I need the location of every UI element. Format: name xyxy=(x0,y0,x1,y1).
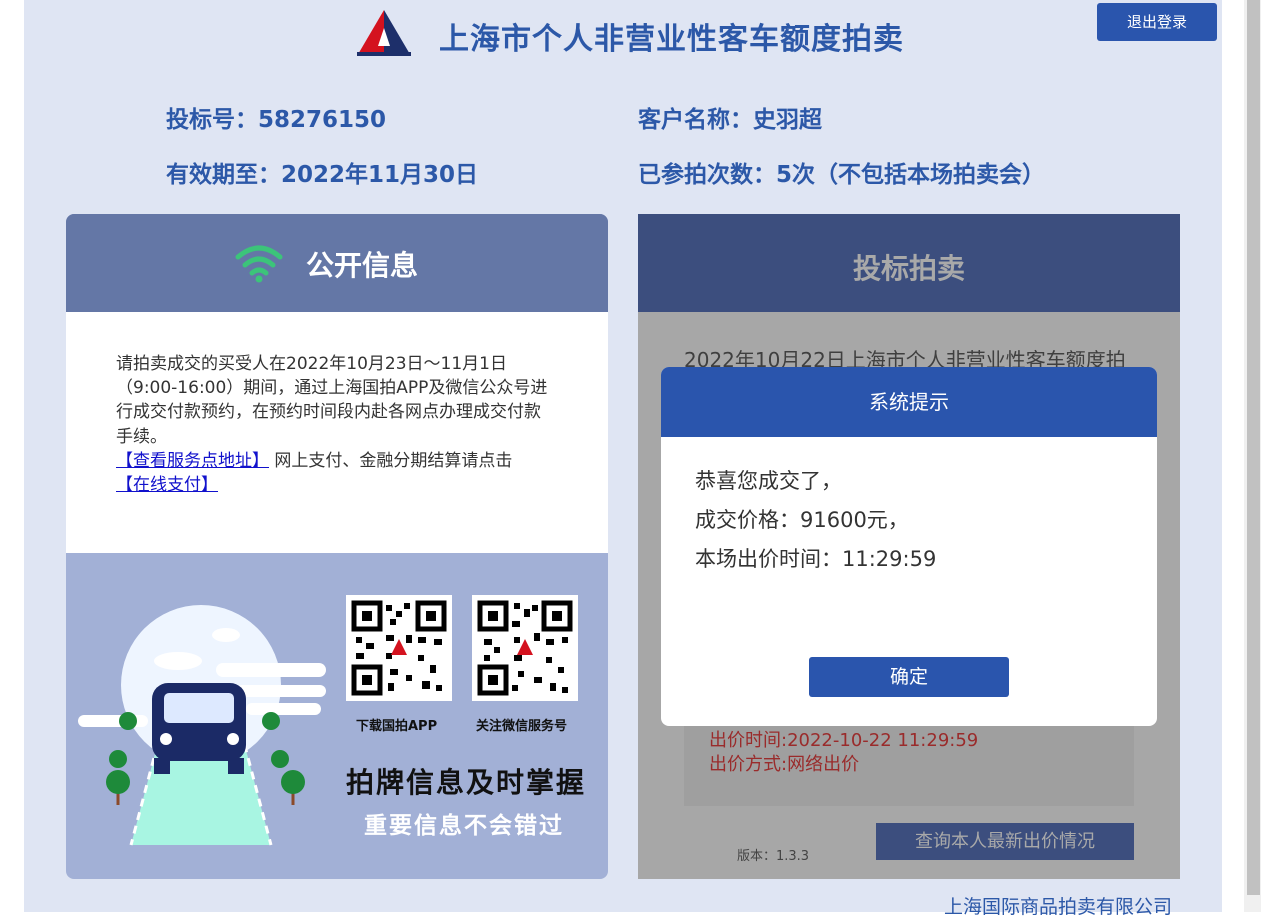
company-name: 上海国际商品拍卖有限公司 xyxy=(944,896,1173,918)
page-title: 上海市个人非营业性客车额度拍卖 xyxy=(439,22,904,57)
online-payment-text: 网上支付、金融分期结算请点击 xyxy=(269,450,513,471)
qr-wechat-label: 关注微信服务号 xyxy=(476,719,568,734)
header: 上海市个人非营业性客车额度拍卖 退出登录 xyxy=(24,0,1222,70)
qr-code-icon xyxy=(477,600,573,696)
qr-app-label: 下载国拍APP xyxy=(356,719,438,734)
public-info-body: 请拍卖成交的买受人在2022年10月23日～11月1日（9:00-16:00）期… xyxy=(66,312,608,553)
public-info-header: 公开信息 xyxy=(66,214,608,312)
confirm-button[interactable]: 确定 xyxy=(809,657,1009,697)
slogan-main: 拍牌信息及时掌握 xyxy=(346,766,587,799)
wechat-qr-code xyxy=(472,595,578,701)
bid-time: 出价时间:2022-10-22 11:29:59 xyxy=(709,730,979,751)
customer-name: 客户名称：史羽超 xyxy=(638,107,822,133)
participation-count: 已参拍次数：5次（不包括本场拍卖会） xyxy=(638,162,1046,188)
payment-notice: 请拍卖成交的买受人在2022年10月23日～11月1日（9:00-16:00）期… xyxy=(116,352,556,497)
dialog-message-time: 本场出价时间：11:29:59 xyxy=(695,547,937,571)
online-payment-link[interactable]: 【在线支付】 xyxy=(116,475,218,495)
valid-until: 有效期至：2022年11月30日 xyxy=(166,162,479,188)
promo-section: 下载国拍APP 关注微信服务号 拍牌信息及时掌握 重要信息不会错过 xyxy=(66,553,608,879)
bid-method: 出价方式:网络出价 xyxy=(709,754,860,775)
bid-number: 投标号：58276150 xyxy=(166,107,387,133)
slogan-sub: 重要信息不会错过 xyxy=(364,813,564,839)
notice-text: 请拍卖成交的买受人在2022年10月23日～11月1日（9:00-16:00）期… xyxy=(116,354,548,447)
public-info-title: 公开信息 xyxy=(306,249,419,282)
public-info-panel: 公开信息 请拍卖成交的买受人在2022年10月23日～11月1日（9:00-16… xyxy=(66,214,608,879)
bidding-title: 投标拍卖 xyxy=(852,252,965,285)
version-label: 版本：1.3.3 xyxy=(737,849,810,864)
query-latest-bid-button[interactable]: 查询本人最新出价情况 xyxy=(876,823,1134,860)
qr-code-icon xyxy=(351,600,447,696)
vertical-scrollbar[interactable] xyxy=(1244,0,1261,912)
dialog-message-line1: 恭喜您成交了， xyxy=(695,469,842,493)
bidding-header: 投标拍卖 xyxy=(638,214,1180,312)
system-prompt-dialog: 系统提示 恭喜您成交了， 成交价格：91600元， 本场出价时间：11:29:5… xyxy=(661,367,1157,726)
logo-icon xyxy=(357,10,411,56)
logout-button[interactable]: 退出登录 xyxy=(1097,3,1217,41)
car-illustration xyxy=(78,605,326,846)
wifi-icon xyxy=(235,245,283,283)
scrollbar-thumb[interactable] xyxy=(1247,0,1260,895)
dialog-title: 系统提示 xyxy=(661,367,1157,437)
dialog-message-price: 成交价格：91600元， xyxy=(695,508,909,532)
service-address-link[interactable]: 【查看服务点地址】 xyxy=(116,451,269,471)
app-qr-code xyxy=(346,595,452,701)
